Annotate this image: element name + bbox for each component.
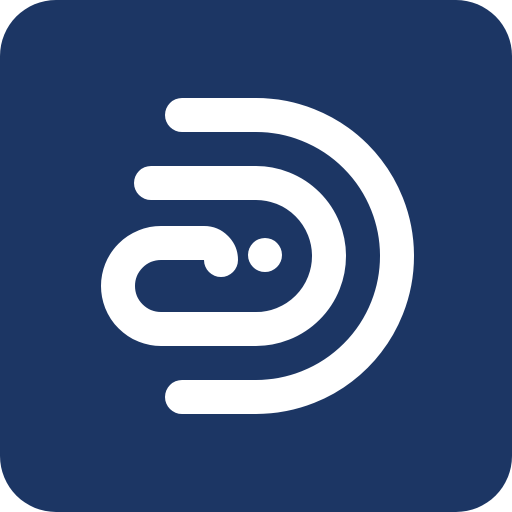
app-logo-icon <box>0 0 512 512</box>
app-icon <box>0 0 512 512</box>
logo-dot <box>248 238 282 272</box>
